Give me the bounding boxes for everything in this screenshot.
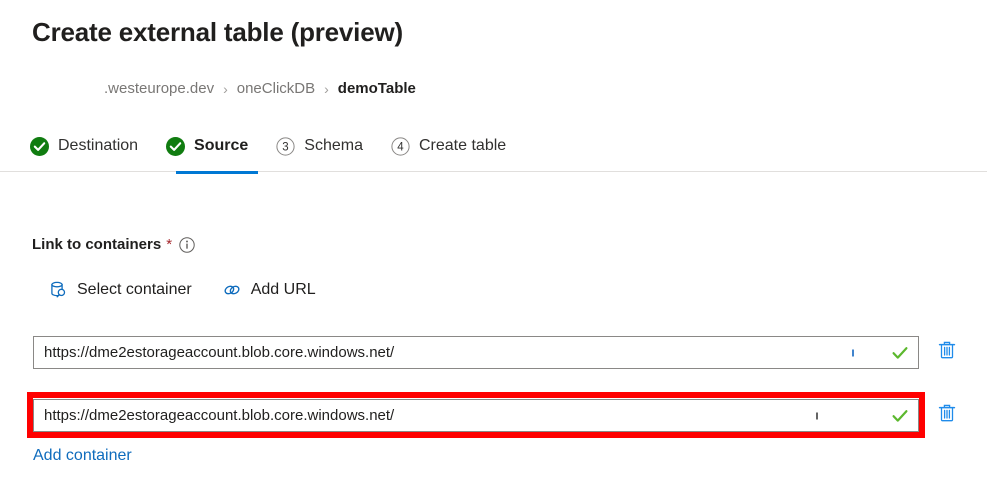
breadcrumb-separator-icon: › <box>324 80 329 97</box>
trash-icon <box>936 402 958 429</box>
step-label-destination: Destination <box>58 137 139 154</box>
breadcrumb: .westeurope.dev › oneClickDB › demoTable <box>104 80 416 97</box>
step-schema[interactable]: 3 Schema <box>262 128 377 164</box>
step-label-schema: Schema <box>304 137 363 154</box>
breadcrumb-item-database[interactable]: oneClickDB <box>237 80 315 97</box>
breadcrumb-item-table: demoTable <box>337 80 416 97</box>
select-container-label: Select container <box>77 281 192 298</box>
numbered-circle-icon: 3 <box>276 136 295 156</box>
info-icon[interactable] <box>179 236 195 253</box>
delete-container-button[interactable] <box>931 400 963 432</box>
select-container-button[interactable]: Select container <box>40 274 200 306</box>
delete-container-button[interactable] <box>931 337 963 369</box>
step-create-table[interactable]: 4 Create table <box>377 128 520 164</box>
step-label-source: Source <box>194 137 249 154</box>
field-label-text: Link to containers <box>32 236 162 253</box>
add-container-link[interactable]: Add container <box>33 447 132 465</box>
steps-divider <box>0 171 987 174</box>
svg-text:3: 3 <box>283 141 289 153</box>
add-url-label: Add URL <box>250 281 316 298</box>
link-icon <box>222 280 242 300</box>
container-search-icon <box>48 280 68 300</box>
step-label-create-table: Create table <box>419 137 507 154</box>
breadcrumb-separator-icon: › <box>223 80 228 97</box>
wizard-steps: Destination Source 3 Schema 4 Create tab… <box>30 128 520 164</box>
trash-icon <box>936 339 958 366</box>
svg-text:4: 4 <box>397 141 404 153</box>
container-url-row <box>33 336 963 369</box>
active-step-underline <box>176 171 258 174</box>
step-source[interactable]: Source <box>152 128 262 164</box>
container-url-input-wrapper[interactable] <box>33 336 919 369</box>
check-circle-icon <box>166 136 186 156</box>
container-commandbar: Select container Add URL <box>40 274 338 306</box>
container-url-input[interactable] <box>34 400 918 431</box>
numbered-circle-icon: 4 <box>391 136 410 156</box>
container-url-input-wrapper[interactable] <box>33 399 919 432</box>
container-url-input[interactable] <box>34 337 918 368</box>
page-title: Create external table (preview) <box>32 17 403 47</box>
link-to-containers-label: Link to containers * <box>32 236 195 253</box>
step-destination[interactable]: Destination <box>30 128 152 164</box>
container-url-row <box>33 399 963 432</box>
divider-line <box>0 171 987 172</box>
breadcrumb-item-workspace[interactable]: .westeurope.dev <box>104 80 214 97</box>
add-url-button[interactable]: Add URL <box>214 274 324 306</box>
required-asterisk: * <box>166 236 173 253</box>
check-circle-icon <box>30 136 49 156</box>
